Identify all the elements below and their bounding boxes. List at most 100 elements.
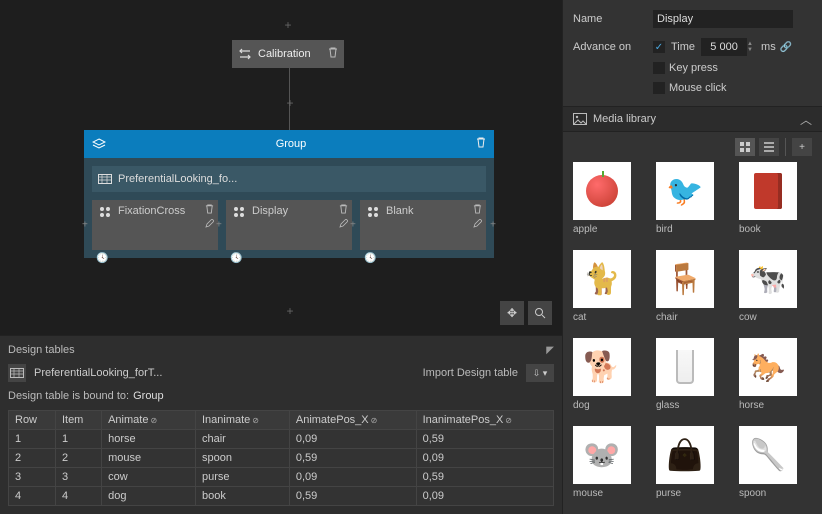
table-header[interactable]: AnimatePos_X⊘ bbox=[289, 411, 416, 430]
table-cell[interactable]: mouse bbox=[102, 449, 196, 468]
table-row[interactable]: 22mousespoon0,590,09 bbox=[9, 449, 554, 468]
delete-step-icon[interactable] bbox=[205, 204, 214, 216]
media-item[interactable]: horse bbox=[739, 338, 812, 416]
add-node-bottom-icon[interactable]: + bbox=[283, 304, 297, 318]
add-node-top-icon[interactable]: + bbox=[281, 18, 295, 32]
timeline-step[interactable]: FixationCross + 🕓 bbox=[92, 200, 218, 250]
table-header[interactable]: Animate⊘ bbox=[102, 411, 196, 430]
timeline-step[interactable]: Blank + + 🕓 bbox=[360, 200, 486, 250]
table-cell[interactable]: 1 bbox=[55, 430, 101, 449]
media-item[interactable]: cat bbox=[573, 250, 646, 328]
add-before-icon[interactable]: + bbox=[82, 220, 88, 231]
import-design-table-link[interactable]: Import Design table bbox=[423, 367, 518, 379]
media-item[interactable]: spoon bbox=[739, 426, 812, 504]
table-cell[interactable]: 1 bbox=[9, 430, 56, 449]
media-thumbnail[interactable] bbox=[573, 426, 631, 484]
table-cell[interactable]: 2 bbox=[55, 449, 101, 468]
timeline-canvas[interactable]: + Calibration + Grou bbox=[0, 0, 562, 335]
table-cell[interactable]: 0,59 bbox=[416, 468, 553, 487]
table-row[interactable]: 11horsechair0,090,59 bbox=[9, 430, 554, 449]
table-cell[interactable]: horse bbox=[102, 430, 196, 449]
table-cell[interactable]: 2 bbox=[9, 449, 56, 468]
edit-step-icon[interactable] bbox=[205, 219, 214, 230]
list-view-button[interactable] bbox=[759, 138, 779, 156]
table-cell[interactable]: 0,59 bbox=[289, 487, 416, 506]
media-thumbnail[interactable] bbox=[573, 250, 631, 308]
mouseclick-checkbox[interactable] bbox=[653, 82, 665, 94]
table-cell[interactable]: 0,09 bbox=[416, 487, 553, 506]
media-library-header[interactable]: Media library ︿ bbox=[563, 106, 822, 132]
delete-step-icon[interactable] bbox=[339, 204, 348, 216]
table-cell[interactable]: 4 bbox=[55, 487, 101, 506]
add-media-button[interactable]: + bbox=[792, 138, 812, 156]
table-cell[interactable]: 0,59 bbox=[416, 430, 553, 449]
table-cell[interactable]: 0,09 bbox=[289, 430, 416, 449]
table-cell[interactable]: 0,09 bbox=[416, 449, 553, 468]
table-cell[interactable]: 3 bbox=[55, 468, 101, 487]
edit-step-icon[interactable] bbox=[339, 219, 348, 230]
table-row[interactable]: 33cowpurse0,090,59 bbox=[9, 468, 554, 487]
media-item[interactable]: chair bbox=[656, 250, 729, 328]
media-thumbnail[interactable] bbox=[656, 250, 714, 308]
media-item[interactable]: bird bbox=[656, 162, 729, 240]
time-value-input[interactable]: 5 000 bbox=[701, 38, 747, 56]
table-cell[interactable]: 0,59 bbox=[289, 449, 416, 468]
table-header[interactable]: Inanimate⊘ bbox=[195, 411, 289, 430]
media-item[interactable]: glass bbox=[656, 338, 729, 416]
media-item[interactable]: dog bbox=[573, 338, 646, 416]
media-item[interactable]: mouse bbox=[573, 426, 646, 504]
media-thumbnail[interactable] bbox=[739, 162, 797, 220]
table-header[interactable]: Row bbox=[9, 411, 56, 430]
table-cell[interactable]: chair bbox=[195, 430, 289, 449]
time-stepper[interactable]: ▲▼ bbox=[747, 38, 757, 56]
delete-group-icon[interactable] bbox=[476, 137, 486, 151]
panel-collapse-icon[interactable]: ◤ bbox=[546, 345, 554, 356]
add-before-icon[interactable]: + bbox=[216, 220, 222, 231]
grid-view-button[interactable] bbox=[735, 138, 755, 156]
media-thumbnail[interactable] bbox=[656, 426, 714, 484]
table-icon[interactable] bbox=[8, 364, 26, 382]
edit-step-icon[interactable] bbox=[473, 219, 482, 230]
keypress-checkbox[interactable] bbox=[653, 62, 665, 74]
group-node[interactable]: Group PreferentialLooking_fo... bbox=[84, 130, 494, 258]
timeline-step[interactable]: Display + 🕓 bbox=[226, 200, 352, 250]
table-header[interactable]: Item bbox=[55, 411, 101, 430]
add-after-icon[interactable]: + bbox=[490, 220, 496, 231]
collapse-icon[interactable]: ︿ bbox=[800, 111, 812, 128]
media-item[interactable]: cow bbox=[739, 250, 812, 328]
media-thumbnail[interactable] bbox=[739, 338, 797, 396]
group-header[interactable]: Group bbox=[84, 130, 494, 158]
table-cell[interactable]: purse bbox=[195, 468, 289, 487]
table-cell[interactable]: 3 bbox=[9, 468, 56, 487]
design-table-reference[interactable]: PreferentialLooking_fo... bbox=[92, 166, 486, 192]
table-header[interactable]: InanimatePos_X⊘ bbox=[416, 411, 553, 430]
table-row[interactable]: 44dogbook0,590,09 bbox=[9, 487, 554, 506]
delete-step-icon[interactable] bbox=[473, 204, 482, 216]
media-item[interactable]: apple bbox=[573, 162, 646, 240]
pan-button[interactable]: ✥ bbox=[500, 301, 524, 325]
media-label: bird bbox=[656, 224, 673, 235]
media-thumbnail[interactable] bbox=[656, 162, 714, 220]
table-cell[interactable]: dog bbox=[102, 487, 196, 506]
media-item[interactable]: book bbox=[739, 162, 812, 240]
delete-calibration-icon[interactable] bbox=[328, 47, 338, 61]
calibration-node[interactable]: Calibration bbox=[232, 40, 344, 68]
table-cell[interactable]: 4 bbox=[9, 487, 56, 506]
table-cell[interactable]: spoon bbox=[195, 449, 289, 468]
add-node-mid-icon[interactable]: + bbox=[283, 96, 297, 110]
media-thumbnail[interactable] bbox=[656, 338, 714, 396]
media-thumbnail[interactable] bbox=[573, 338, 631, 396]
table-cell[interactable]: 0,09 bbox=[289, 468, 416, 487]
media-thumbnail[interactable] bbox=[739, 426, 797, 484]
media-item[interactable]: purse bbox=[656, 426, 729, 504]
table-cell[interactable]: book bbox=[195, 487, 289, 506]
import-dropdown[interactable]: ⇩ ▾ bbox=[526, 364, 554, 382]
add-before-icon[interactable]: + bbox=[350, 220, 356, 231]
name-input[interactable] bbox=[653, 10, 793, 28]
media-thumbnail[interactable] bbox=[739, 250, 797, 308]
media-thumbnail[interactable] bbox=[573, 162, 631, 220]
table-cell[interactable]: cow bbox=[102, 468, 196, 487]
link-binding-icon[interactable]: 🔗 bbox=[780, 42, 792, 53]
time-checkbox[interactable]: ✓ bbox=[653, 41, 665, 53]
zoom-button[interactable] bbox=[528, 301, 552, 325]
